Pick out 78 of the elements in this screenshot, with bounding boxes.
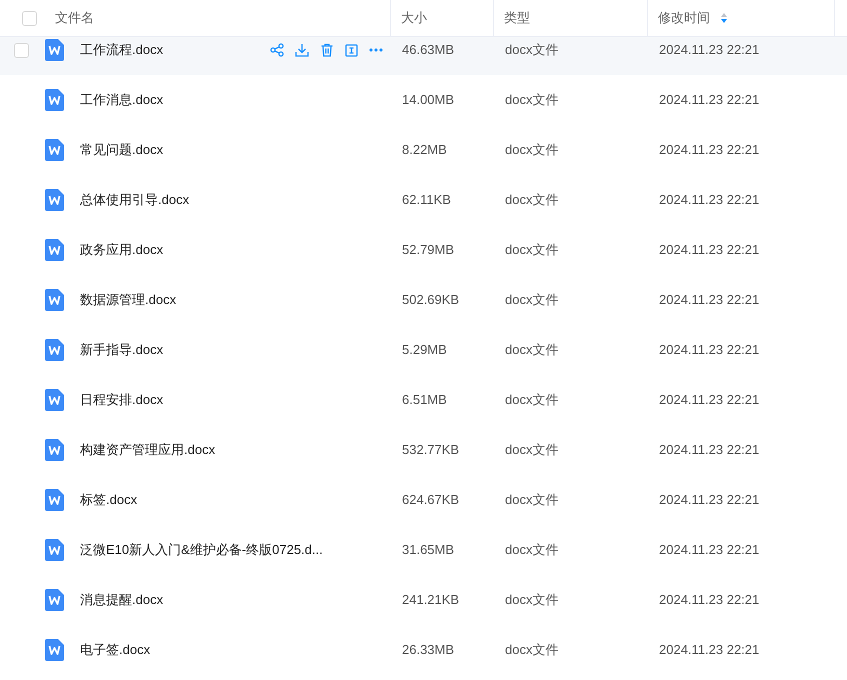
file-type: docx文件 [505, 42, 558, 58]
file-type: docx文件 [505, 242, 558, 258]
word-document-icon [45, 389, 64, 411]
file-type: docx文件 [505, 592, 558, 608]
word-document-icon [45, 139, 64, 161]
file-size: 532.77KB [402, 442, 460, 458]
file-size: 31.65MB [402, 542, 454, 558]
column-header: 类型 [504, 9, 530, 28]
file-name[interactable]: 数据源管理.docx [80, 290, 391, 310]
modified-time: 2024.11.23 22:21 [659, 292, 760, 308]
file-name[interactable]: 消息提醒.docx [80, 590, 391, 610]
file-type: docx文件 [505, 642, 558, 658]
modified-time: 2024.11.23 22:21 [659, 492, 760, 508]
share-icon[interactable] [270, 43, 284, 57]
more-icon[interactable] [369, 48, 383, 52]
file-row[interactable]: 工作流程.docx 46.63MB docx文件 2024.11.23 22:21 [0, 37, 847, 75]
file-name[interactable]: 泛微E10新人入门&维护必备-终版0725.d... [80, 540, 391, 560]
file-name[interactable]: 工作流程.docx [80, 40, 270, 60]
modified-time: 2024.11.23 22:21 [659, 342, 760, 358]
modified-time: 2024.11.23 22:21 [659, 592, 760, 608]
file-name[interactable]: 政务应用.docx [80, 240, 391, 260]
download-icon[interactable] [295, 43, 309, 57]
file-type: docx文件 [505, 292, 558, 308]
file-type: docx文件 [505, 142, 558, 158]
word-document-icon [45, 439, 64, 461]
file-size: 52.79MB [402, 242, 454, 258]
column-header: 修改时间 [658, 9, 710, 28]
file-size: 14.00MB [402, 92, 454, 108]
file-type: docx文件 [505, 92, 558, 108]
sort-icon[interactable] [720, 12, 728, 24]
file-name[interactable]: 构建资产管理应用.docx [80, 440, 391, 460]
word-document-icon [45, 89, 64, 111]
word-document-icon [45, 539, 64, 561]
file-size: 46.63MB [402, 42, 454, 58]
file-size: 5.29MB [402, 342, 447, 358]
file-name[interactable]: 日程安排.docx [80, 390, 391, 410]
column-header: 文件名 [55, 9, 94, 28]
column-header: 大小 [401, 9, 427, 28]
file-name[interactable]: 电子签.docx [80, 640, 391, 660]
modified-time: 2024.11.23 22:21 [659, 642, 760, 658]
modified-time: 2024.11.23 22:21 [659, 92, 760, 108]
file-size: 62.11KB [402, 192, 451, 208]
file-size: 624.67KB [402, 492, 460, 508]
file-size: 241.21KB [402, 592, 460, 608]
file-size: 6.51MB [402, 392, 447, 408]
word-document-icon [45, 639, 64, 661]
modified-time: 2024.11.23 22:21 [659, 542, 760, 558]
file-type: docx文件 [505, 192, 558, 208]
file-name[interactable]: 标签.docx [80, 490, 391, 510]
file-type: docx文件 [505, 442, 558, 458]
modified-time: 2024.11.23 22:21 [659, 42, 760, 58]
word-document-icon [45, 589, 64, 611]
word-document-icon [45, 489, 64, 511]
modified-time: 2024.11.23 22:21 [659, 242, 760, 258]
file-type: docx文件 [505, 492, 558, 508]
modified-time: 2024.11.23 22:21 [659, 392, 760, 408]
trash-icon[interactable] [320, 43, 334, 57]
modified-time: 2024.11.23 22:21 [659, 142, 760, 158]
file-size: 8.22MB [402, 142, 447, 158]
modified-time: 2024.11.23 22:21 [659, 442, 760, 458]
row-checkbox[interactable] [14, 42, 29, 58]
file-name[interactable]: 工作消息.docx [80, 90, 391, 110]
file-name[interactable]: 常见问题.docx [80, 140, 391, 160]
word-document-icon [45, 189, 64, 211]
file-type: docx文件 [505, 342, 558, 358]
rename-icon[interactable] [345, 44, 358, 56]
file-type: docx文件 [505, 392, 558, 408]
file-name[interactable]: 新手指导.docx [80, 340, 391, 360]
word-document-icon [45, 339, 64, 361]
select-all-checkbox[interactable] [22, 10, 37, 26]
word-document-icon [45, 39, 64, 61]
file-type: docx文件 [505, 542, 558, 558]
word-document-icon [45, 239, 64, 261]
file-size: 502.69KB [402, 292, 460, 308]
file-size: 26.33MB [402, 642, 454, 658]
word-document-icon [45, 289, 64, 311]
modified-time: 2024.11.23 22:21 [659, 192, 760, 208]
file-name[interactable]: 总体使用引导.docx [80, 190, 391, 210]
